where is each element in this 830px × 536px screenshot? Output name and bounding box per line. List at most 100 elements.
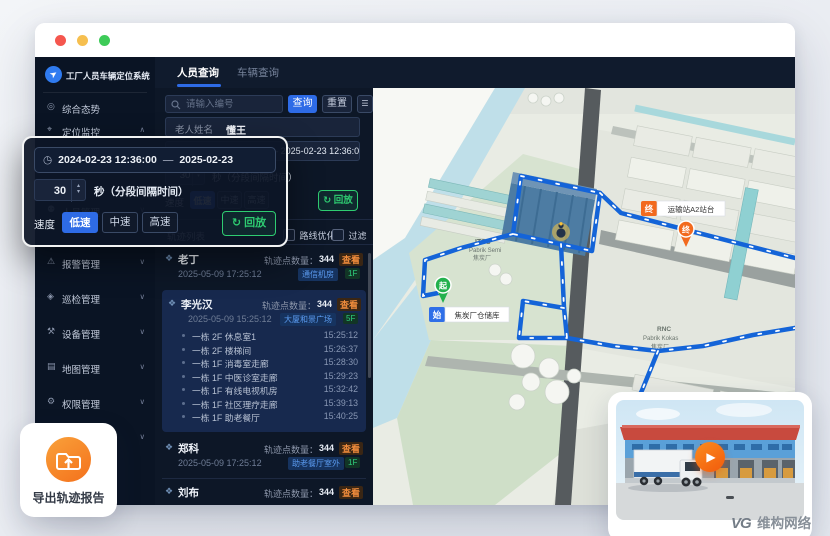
tab-person-query[interactable]: 人员查询 — [177, 65, 219, 80]
timeline-dot — [182, 375, 185, 378]
stop-place: 一栋 1F 助老餐厅 — [192, 411, 260, 424]
playback-label: 回放 — [334, 195, 353, 206]
end-badge: 终 — [644, 204, 654, 214]
stop-time: 15:39:13 — [324, 398, 358, 408]
speed-high-button[interactable]: 高速 — [142, 212, 178, 233]
stop-place: 一栋 1F 社区理疗走廊 — [192, 398, 278, 411]
search-input[interactable] — [165, 95, 283, 113]
clock-icon: ◷ — [43, 154, 52, 166]
map-label-coke-plant: 焦炭厂 — [473, 254, 491, 262]
time-settings-popup: ◷2024-02-23 12:36:00—2025-02-23 12:36:00… — [22, 136, 288, 247]
end-station-name: 运输站A2站台 — [668, 204, 715, 214]
stop-row[interactable]: 一栋 1F 消毒室走廊 15:28:30 — [182, 357, 360, 371]
export-report-card[interactable]: 导出轨迹报告 — [20, 423, 117, 517]
export-icon — [46, 437, 91, 482]
timeline-dot — [182, 348, 185, 351]
stop-row[interactable]: 一栋 2F 休息室1 15:25:12 — [182, 330, 360, 344]
search-text-field[interactable] — [184, 98, 278, 111]
stop-row[interactable]: 一栋 1F 中医诊室走廊 15:29:23 — [182, 371, 360, 385]
stop-row[interactable]: 一栋 1F 助老餐厅 15:40:25 — [182, 411, 360, 425]
speed-low-button[interactable]: 低速 — [62, 212, 98, 233]
view-link[interactable]: 查看 — [339, 486, 363, 499]
location-tag: 大厦和景广场 — [280, 313, 336, 326]
minimize-window-dot[interactable] — [77, 35, 88, 46]
stop-row[interactable]: 一栋 1F 社区理疗走廊 15:39:13 — [182, 398, 360, 412]
interval-stepper-large[interactable]: 30 ▴ ▾ — [34, 179, 86, 201]
track-item[interactable]: ❖ 刘布 轨迹点数量： 344 查看 — [162, 484, 366, 504]
overview-icon: ◎ — [47, 101, 55, 112]
stop-time: 15:28:30 — [324, 357, 358, 367]
stop-row[interactable]: 一栋 2F 楼梯间 15:26:37 — [182, 344, 360, 358]
count-label: 轨迹点数量： — [262, 299, 316, 312]
playback-button-large[interactable]: ↻ 回放 — [222, 211, 276, 236]
speed-mid-button[interactable]: 中速 — [102, 212, 138, 233]
stop-place: 一栋 1F 消毒室走廊 — [192, 357, 269, 370]
count-value: 344 — [317, 299, 332, 309]
stop-row[interactable]: 一栋 1F 有线电视机房 15:32:42 — [182, 384, 360, 398]
sidebar-item-label: 巡检管理 — [62, 292, 100, 306]
map-label-pabrik-kokas: Pabrik Kokas — [643, 336, 678, 342]
device-icon: ⚒ — [47, 326, 55, 337]
stop-time: 15:25:12 — [324, 330, 358, 340]
maximize-window-dot[interactable] — [99, 35, 110, 46]
sidebar-item-map-manage[interactable]: ▤ 地图管理 ∨ — [35, 360, 155, 376]
location-icon: ⌖ — [47, 124, 52, 135]
panel-scrollbar[interactable] — [368, 253, 371, 378]
track-item[interactable]: ❖ 郑科 轨迹点数量： 344 查看 2025-05-09 17:25:12 助… — [162, 440, 366, 474]
checkbox-icon[interactable] — [332, 229, 344, 241]
sidebar-item-equipment[interactable]: ⚒ 设备管理 ∨ — [35, 325, 155, 341]
app-logo-icon: ➤ — [45, 66, 62, 83]
active-tab-underline — [177, 84, 221, 87]
sidebar-item-label: 综合态势 — [62, 102, 100, 116]
sidebar-item-inspection[interactable]: ◈ 巡检管理 ∨ — [35, 290, 155, 306]
query-button[interactable]: 查询 — [288, 95, 317, 113]
sidebar-item-overview[interactable]: ◎ 综合态势 — [35, 100, 155, 116]
sidebar-item-label: 报警管理 — [62, 257, 100, 271]
filter-more-button[interactable]: ☰ — [357, 95, 373, 113]
location-tag: 通信机房 — [298, 268, 338, 281]
play-button[interactable]: ▶ — [695, 442, 725, 472]
reset-button[interactable]: 重置 — [322, 95, 352, 113]
export-label: 导出轨迹报告 — [20, 489, 117, 506]
end-station-label[interactable]: 终 运输站A2站台 — [641, 201, 725, 216]
playback-button[interactable]: ↻ 回放 — [318, 190, 358, 211]
chevron-down-icon: ∨ — [140, 327, 146, 336]
sidebar-item-label: 地图管理 — [62, 362, 100, 376]
person-track-icon: ❖ — [165, 253, 173, 264]
track-time: 2025-05-09 17:25:12 — [178, 269, 262, 279]
sidebar-item-alarm[interactable]: ⚠ 报警管理 ∨ — [35, 255, 155, 271]
stop-place: 一栋 2F 休息室1 — [192, 330, 256, 343]
stepper-arrows[interactable]: ▴ ▾ — [71, 180, 85, 202]
chevron-down-icon: ∨ — [140, 362, 146, 371]
step-down-icon[interactable]: ▾ — [72, 189, 85, 195]
start-station-label[interactable]: 始 焦炭厂仓储库 — [429, 307, 509, 322]
start-badge: 始 — [433, 310, 442, 320]
search-icon — [171, 100, 181, 110]
track-item[interactable]: ❖ 老丁 轨迹点数量： 344 查看 2025-05-09 17:25:12 通… — [162, 251, 366, 285]
person-name-field[interactable]: 老人姓名 懂王 — [165, 117, 360, 137]
track-person-name: 李光汉 — [181, 297, 213, 312]
stop-place: 一栋 2F 楼梯间 — [192, 344, 251, 357]
view-link[interactable]: 查看 — [339, 442, 363, 455]
close-window-dot[interactable] — [55, 35, 66, 46]
floor-tag: 1F — [345, 457, 360, 468]
window-titlebar — [35, 23, 795, 57]
view-link[interactable]: 查看 — [337, 298, 361, 311]
playback-label: 回放 — [244, 217, 266, 229]
timeline-dot — [182, 415, 185, 418]
start-station-name: 焦炭厂仓储库 — [455, 310, 500, 320]
sidebar-divider — [43, 92, 147, 93]
date-range-input-large[interactable]: ◷2024-02-23 12:36:00—2025-02-23 12:36:00 — [34, 147, 276, 173]
interval-value: 30 — [54, 185, 66, 197]
track-item-selected[interactable]: ❖ 李光汉 轨迹点数量： 344 查看 2025-05-09 15:25:12 … — [162, 290, 366, 432]
view-link[interactable]: 查看 — [339, 253, 363, 266]
sliders-icon: ☰ — [361, 99, 368, 108]
sidebar-item-permission[interactable]: ⚙ 权限管理 ∨ — [35, 395, 155, 411]
video-thumbnail[interactable]: ▶ — [616, 400, 804, 520]
floor-tag: 1F — [345, 268, 360, 279]
play-icon: ▶ — [706, 450, 715, 464]
person-name-label: 老人姓名 — [175, 122, 213, 136]
chevron-down-icon: ∨ — [140, 397, 146, 406]
app-title: 工厂人员车辆定位系统 — [66, 70, 152, 82]
tab-vehicle-query[interactable]: 车辆查询 — [237, 65, 279, 80]
